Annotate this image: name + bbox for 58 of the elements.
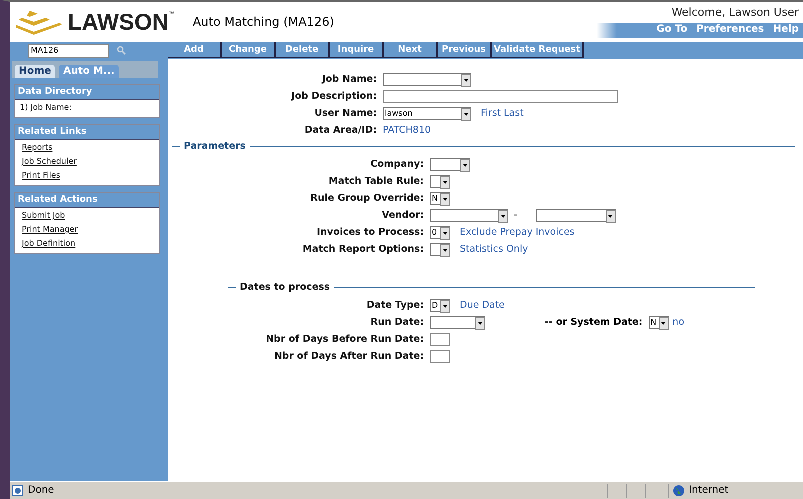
field-description: no [672,317,685,328]
field-label: Rule Group Override: [310,193,425,204]
field-label: Nbr of Days Before Run Date: [265,334,425,345]
brand-name: LAWSON$^{™}$ [68,8,175,36]
field-description: Statistics Only [460,244,528,255]
dropdown-field[interactable] [383,73,471,86]
field-label: Nbr of Days After Run Date: [273,351,425,362]
section-legend: Dates to process [240,282,330,293]
field-description: Exclude Prepay Invoices [460,227,575,238]
dropdown-field[interactable] [430,209,508,222]
sidebar-link[interactable]: Submit Job [22,209,159,223]
sidebar-link[interactable]: Print Manager [22,223,159,237]
field-label: Run Date: [370,317,425,328]
sidebar-link[interactable]: Print Files [22,169,159,183]
dropdown-field[interactable]: N [430,192,450,205]
zone-text: Internet [689,485,729,496]
field-label: Job Description: [290,91,378,102]
sidebar-item[interactable]: 1) Job Name: [20,101,159,115]
dropdown-field[interactable]: N [648,316,669,329]
search-field[interactable]: MA126 [28,44,109,58]
logo-icon [16,9,62,35]
field-label: -- or System Date: [545,317,643,328]
dropdown-field[interactable]: 0 [430,226,450,239]
tab[interactable]: Home [15,65,56,78]
range-separator: - [514,210,518,221]
field-label: Date Type: [366,300,425,311]
section-header: Data Directory [15,85,159,100]
dropdown-field[interactable]: D [430,299,450,312]
section-legend: Parameters [184,141,246,152]
page-title: Auto Matching (MA126) [192,15,334,29]
field-label: Data Area/ID: [304,125,378,136]
input-field[interactable] [383,90,618,103]
field-label: User Name: [314,108,378,119]
dropdown-field[interactable] [536,209,616,222]
section-header: Related Actions [15,193,159,208]
dropdown-field[interactable] [430,243,450,256]
welcome-text: Welcome, Lawson User [672,5,800,19]
field-label: Invoices to Process: [316,227,425,238]
sidebar-link[interactable]: Reports [22,141,159,155]
sidebar-link[interactable]: Job Definition [22,237,159,251]
field-label: Job Name: [320,74,378,85]
dropdown-field[interactable]: lawson [383,107,471,120]
sidebar-link[interactable]: Job Scheduler [22,155,159,169]
field-label: Match Report Options: [302,244,425,255]
input-field[interactable] [430,350,450,363]
dropdown-field[interactable] [430,316,485,329]
field-label: Company: [370,159,425,170]
section-header: Related Links [15,125,159,140]
dropdown-field[interactable] [430,175,450,188]
status-text: Done [28,485,56,496]
field-description: First Last [481,108,524,119]
field-description: Due Date [460,300,505,311]
globe-icon [673,484,685,496]
dropdown-field[interactable] [430,158,470,171]
field-label: Match Table Rule: [328,176,425,187]
input-field[interactable] [430,333,450,346]
field-label: Vendor: [381,210,425,221]
field-description: PATCH810 [383,125,432,136]
